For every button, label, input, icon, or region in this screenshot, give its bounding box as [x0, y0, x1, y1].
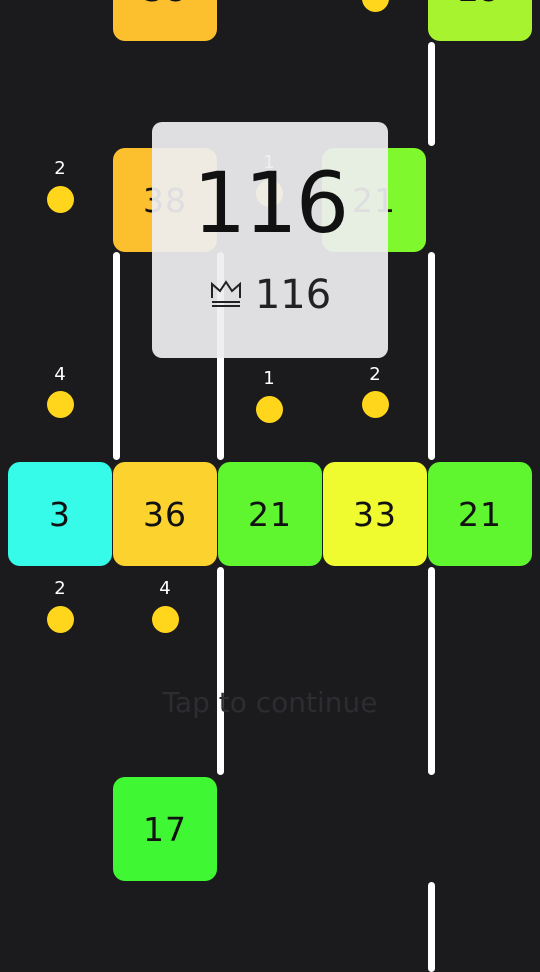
number-block: 33	[323, 462, 427, 566]
ball	[47, 186, 74, 213]
ball-count: 1	[263, 368, 275, 389]
current-score: 116	[192, 154, 349, 252]
best-score: 116	[254, 272, 332, 318]
barrier	[113, 252, 120, 460]
ball	[47, 606, 74, 633]
tap-to-continue-hint[interactable]: Tap to continue	[0, 686, 540, 719]
ball	[47, 391, 74, 418]
ball	[256, 396, 283, 423]
ball-count: 4	[54, 364, 66, 385]
best-score-row: 116	[152, 272, 388, 318]
number-block: 3	[8, 462, 112, 566]
barrier	[428, 882, 435, 972]
number-block: 17	[113, 777, 217, 881]
number-block: 29	[428, 0, 532, 41]
barrier	[428, 42, 435, 146]
barrier	[428, 252, 435, 460]
ball-count: 2	[54, 578, 66, 599]
number-block: 21	[218, 462, 322, 566]
ball	[362, 0, 389, 12]
number-block: 21	[428, 462, 532, 566]
ball-count: 2	[54, 158, 66, 179]
number-block: 36	[113, 462, 217, 566]
barrier	[217, 567, 224, 775]
number-block: 38	[113, 0, 217, 41]
ball-count: 4	[159, 578, 171, 599]
score-panel: 116 116	[152, 122, 388, 358]
ball	[362, 391, 389, 418]
barrier	[428, 567, 435, 775]
ball-count: 2	[369, 364, 381, 385]
ball	[152, 606, 179, 633]
crown-icon	[209, 279, 243, 311]
